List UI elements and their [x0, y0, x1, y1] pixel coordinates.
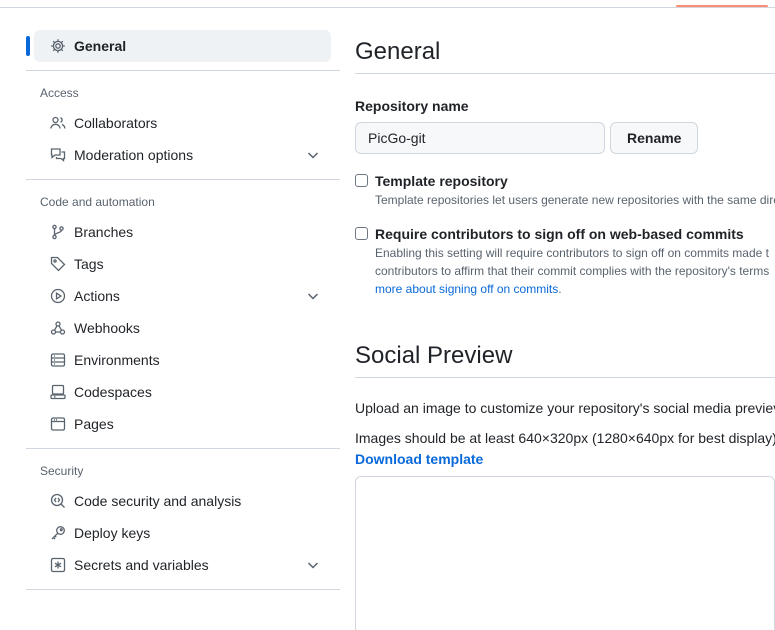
sidebar-item-environments[interactable]: Environments [34, 344, 331, 376]
sidebar-group-security: Security [40, 464, 84, 478]
browser-icon [50, 416, 66, 432]
chevron-down-icon[interactable] [305, 147, 321, 163]
sidebar-item-label: Deploy keys [74, 525, 151, 541]
sidebar-item-moderation-options[interactable]: Moderation options [34, 139, 331, 171]
sidebar-item-webhooks[interactable]: Webhooks [34, 312, 331, 344]
social-preview-title: Social Preview [355, 334, 775, 378]
codescan-icon [50, 493, 66, 509]
settings-main: General Repository name PicGo-git Rename… [355, 30, 775, 630]
page-title: General [355, 30, 775, 74]
repository-name-label: Repository name [355, 98, 469, 114]
sidebar-item-label: Webhooks [74, 320, 140, 336]
sidebar-item-label: Secrets and variables [74, 557, 209, 573]
sidebar-item-label: Tags [74, 256, 104, 272]
key-icon [50, 525, 66, 541]
template-repository-title: Template repository [375, 173, 508, 189]
sidebar-item-deploy-keys[interactable]: Deploy keys [34, 517, 331, 549]
repository-name-row: PicGo-git Rename [355, 122, 775, 154]
sidebar-item-branches[interactable]: Branches [34, 216, 331, 248]
sidebar-item-label: Code security and analysis [74, 493, 242, 509]
webhook-icon [50, 320, 66, 336]
comment-discussion-icon [50, 147, 66, 163]
asterisk-icon [50, 557, 66, 573]
download-template-link[interactable]: Download template [355, 448, 775, 470]
sidebar-item-general[interactable]: General [26, 30, 331, 62]
sidebar-divider [26, 589, 340, 590]
sidebar-item-label: Actions [74, 288, 120, 304]
rename-button[interactable]: Rename [610, 122, 699, 154]
social-preview-size-note: Images should be at least 640×320px (128… [355, 430, 775, 446]
signoff-option: Require contributors to sign off on web-… [355, 224, 775, 298]
signoff-checkbox[interactable] [355, 227, 368, 240]
template-repository-checkbox[interactable] [355, 174, 368, 187]
sidebar-item-pages[interactable]: Pages [34, 408, 331, 440]
gear-icon [50, 38, 66, 54]
signoff-title: Require contributors to sign off on web-… [375, 226, 744, 242]
sidebar-item-label: General [74, 38, 127, 54]
people-icon [50, 115, 66, 131]
sidebar-item-label: Codespaces [74, 384, 152, 400]
signoff-note-line-2: contributors to affirm that their commit… [375, 264, 770, 278]
signoff-learn-more-link[interactable]: more about signing off on commits [375, 282, 558, 296]
sidebar-item-secrets-variables[interactable]: Secrets and variables [34, 549, 331, 581]
sidebar-item-label: Collaborators [74, 115, 158, 131]
server-icon [50, 352, 66, 368]
sidebar-group-code-automation: Code and automation [40, 195, 155, 209]
signoff-note-line-3: more about signing off on commits. [375, 280, 775, 298]
settings-sidebar: General Access Collaborators Moderation … [26, 30, 340, 598]
active-tab-underline [676, 5, 768, 7]
social-preview-image-area[interactable] [355, 476, 775, 630]
sidebar-item-label: Branches [74, 224, 134, 240]
sidebar-divider [26, 448, 340, 449]
chevron-down-icon[interactable] [305, 557, 321, 573]
sidebar-divider [26, 70, 340, 71]
sidebar-item-label: Environments [74, 352, 160, 368]
codespaces-icon [50, 384, 66, 400]
template-repository-option: Template repository Template repositorie… [355, 171, 775, 209]
sidebar-item-label: Moderation options [74, 147, 194, 163]
sidebar-item-tags[interactable]: Tags [34, 248, 331, 280]
sidebar-item-label: Pages [74, 416, 114, 432]
sidebar-group-access: Access [40, 86, 79, 100]
signoff-note-line-1: Enabling this setting will require contr… [375, 246, 769, 260]
sidebar-item-code-security[interactable]: Code security and analysis [34, 485, 331, 517]
template-repository-note: Template repositories let users generate… [375, 193, 775, 207]
sidebar-item-codespaces[interactable]: Codespaces [34, 376, 331, 408]
tag-icon [50, 256, 66, 272]
signoff-note-period: . [558, 282, 562, 296]
play-icon [50, 288, 66, 304]
repository-name-input[interactable]: PicGo-git [355, 122, 605, 154]
sidebar-item-actions[interactable]: Actions [34, 280, 331, 312]
sidebar-divider [26, 179, 340, 180]
git-branch-icon [50, 224, 66, 240]
top-border [0, 0, 775, 8]
sidebar-item-collaborators[interactable]: Collaborators [34, 107, 331, 139]
chevron-down-icon[interactable] [305, 288, 321, 304]
social-preview-description: Upload an image to customize your reposi… [355, 400, 775, 416]
